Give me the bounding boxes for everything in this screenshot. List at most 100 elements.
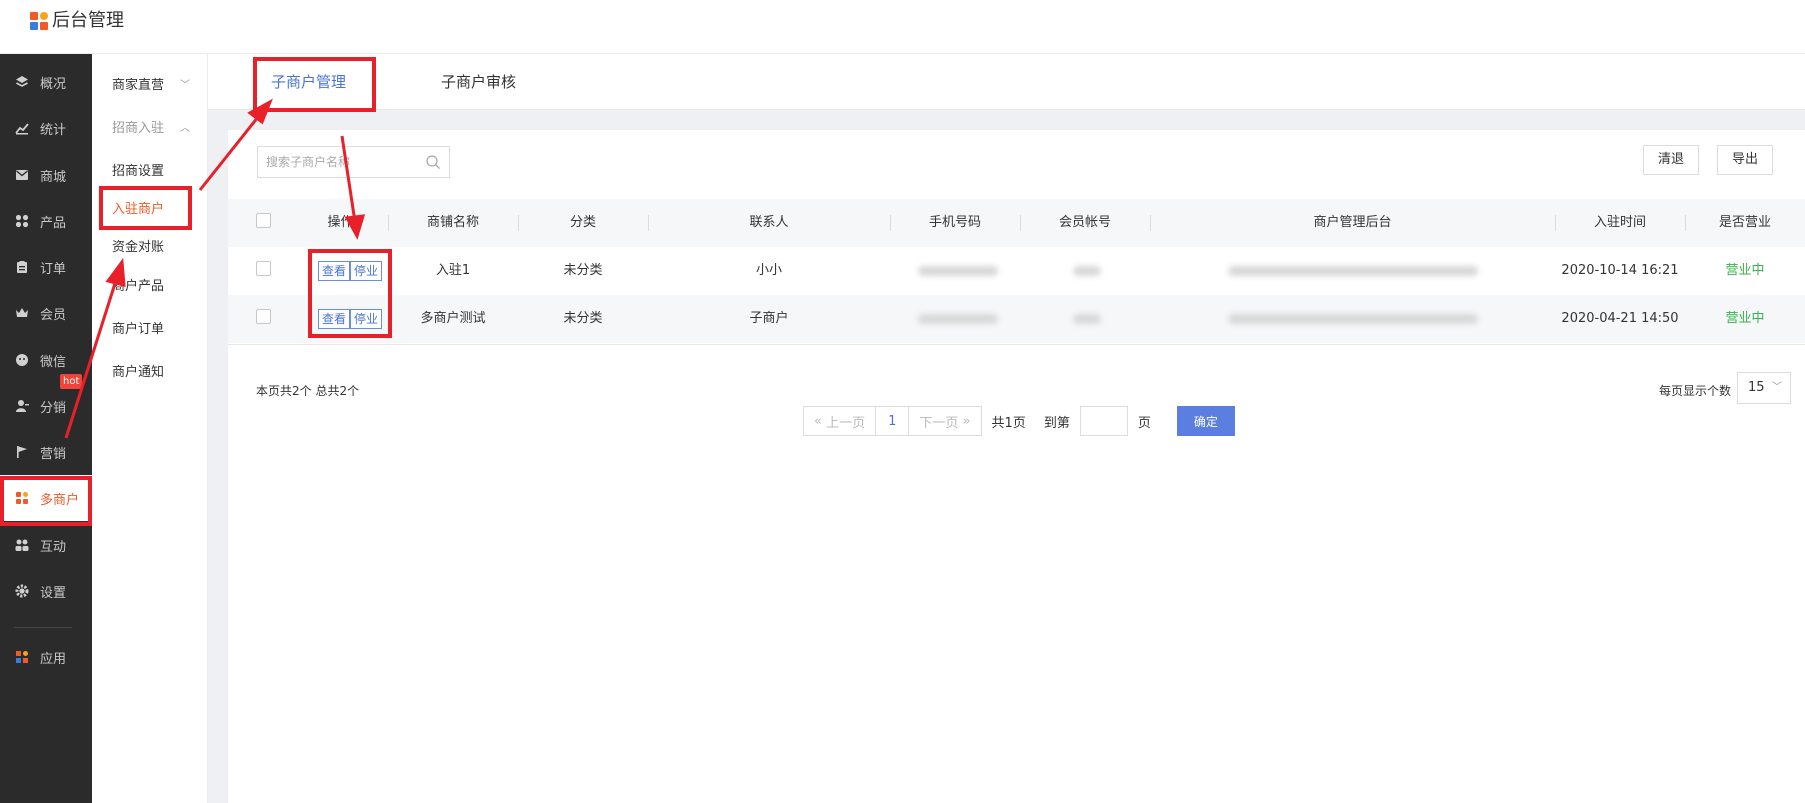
submenu-label: 商户产品 <box>112 278 165 294</box>
submenu-label: 商户订单 <box>112 321 165 337</box>
search-box <box>257 146 450 178</box>
mail-icon <box>14 167 30 183</box>
submenu-item-recruit-settings[interactable]: 招商设置 <box>92 150 208 188</box>
suspend-button[interactable]: 停业 <box>350 309 383 329</box>
sidebar-item-label: 分销 <box>40 400 67 416</box>
submenu-item-reconciliation[interactable]: 资金对账 <box>92 226 208 264</box>
per-page-select[interactable]: 15 ﹀ <box>1737 372 1791 404</box>
search-input[interactable] <box>266 155 426 169</box>
sidebar-item-multi-merchant[interactable]: 多商户 <box>0 475 92 521</box>
header-actions: 操作 <box>327 215 354 230</box>
top-bar: 后台管理 <box>0 0 1805 54</box>
table-row: 查看 停业 多商户测试 未分类 子商户 2020-04-21 14:50 营业中 <box>228 295 1805 343</box>
submenu-label: 招商入驻 <box>112 120 165 136</box>
sidebar-item-label: 互动 <box>40 539 67 555</box>
sidebar-item-products[interactable]: 产品 <box>0 198 92 244</box>
sidebar-item-label: 会员 <box>40 307 67 323</box>
pagination: « 上一页 1 下一页 » 共1页 到第 页 确定 <box>803 406 1235 436</box>
sidebar-item-members[interactable]: 会员 <box>0 290 92 336</box>
submenu-group-direct[interactable]: 商家直营 ﹀ <box>92 64 208 102</box>
submenu-item-merchant-products[interactable]: 商户产品 <box>92 265 208 303</box>
content-panel: 清退 导出 操作 商铺名称 分类 联系人 手机号码 会员帐号 商户管理后台 入驻… <box>228 130 1805 803</box>
cell-category: 未分类 <box>563 311 603 326</box>
per-page-value: 15 <box>1748 380 1765 395</box>
sidebar-item-label: 应用 <box>40 651 67 667</box>
sidebar-divider <box>14 627 72 628</box>
sidebar-item-stats[interactable]: 统计 <box>0 105 92 151</box>
view-button[interactable]: 查看 <box>318 309 351 329</box>
tab-sub-merchant-management[interactable]: 子商户管理 <box>271 54 347 110</box>
submenu-item-merchant-notices[interactable]: 商户通知 <box>92 351 208 389</box>
submenu-group-recruit[interactable]: 招商入驻 ︿ <box>92 107 208 145</box>
flag-icon <box>14 444 30 460</box>
clear-button[interactable]: 清退 <box>1643 145 1700 175</box>
prev-page-button[interactable]: « 上一页 <box>803 406 877 436</box>
sidebar-item-overview[interactable]: 概况 <box>0 59 92 105</box>
status-badge: 营业中 <box>1725 311 1765 326</box>
main-sidebar: 概况 统计 商城 产品 订单 会员 微信 分销 营销 多商户 互动 设置 应用 <box>0 54 92 803</box>
sidebar-item-interaction[interactable]: 互动 <box>0 522 92 568</box>
logo-icon <box>30 12 48 30</box>
submenu-item-settled-merchants[interactable]: 入驻商户 <box>92 188 208 226</box>
per-page-label: 每页显示个数 <box>1659 384 1732 398</box>
header-contact: 联系人 <box>749 215 789 230</box>
chart-icon <box>14 120 30 136</box>
suspend-button[interactable]: 停业 <box>350 261 383 281</box>
search-icon[interactable] <box>425 154 441 170</box>
total-pages: 共1页 <box>991 415 1026 431</box>
hot-badge: hot <box>60 374 83 389</box>
cell-contact: 子商户 <box>749 311 789 326</box>
double-chevron-right-icon: » <box>962 413 971 429</box>
main-content: 子商户管理 子商户审核 清退 导出 操作 商铺名称 分类 联系人 手机号码 会员… <box>208 54 1805 803</box>
blurred-admin-url <box>1228 314 1478 324</box>
header-open-status: 是否营业 <box>1718 215 1771 230</box>
cell-contact: 小小 <box>755 263 782 278</box>
grid-icon <box>14 213 30 229</box>
sidebar-item-label: 多商户 <box>40 492 80 508</box>
sidebar-item-label: 订单 <box>40 261 67 277</box>
layers-icon <box>14 74 30 90</box>
tab-bar: 子商户管理 子商户审核 <box>208 54 1805 110</box>
sidebar-item-label: 营销 <box>40 446 67 462</box>
row-checkbox[interactable] <box>256 309 271 324</box>
row-checkbox[interactable] <box>256 261 271 276</box>
select-all-checkbox[interactable] <box>256 213 271 228</box>
header-phone: 手机号码 <box>928 215 981 230</box>
sidebar-item-mall[interactable]: 商城 <box>0 152 92 198</box>
table-header: 操作 商铺名称 分类 联系人 手机号码 会员帐号 商户管理后台 入驻时间 是否营… <box>228 199 1805 247</box>
sidebar-item-settings[interactable]: 设置 <box>0 568 92 614</box>
sidebar-item-label: 商城 <box>40 169 67 185</box>
gear-icon <box>14 583 30 599</box>
prev-label: 上一页 <box>826 415 866 431</box>
export-button[interactable]: 导出 <box>1717 145 1774 175</box>
sidebar-item-marketing[interactable]: 营销 <box>0 429 92 475</box>
page-count-text: 本页共2个 总共2个 <box>256 384 360 398</box>
tab-sub-merchant-review[interactable]: 子商户审核 <box>441 54 516 110</box>
submenu-label: 商家直营 <box>112 77 165 93</box>
sidebar-item-distribution[interactable]: 分销 <box>0 383 92 429</box>
chevron-down-icon: ﹀ <box>1772 382 1782 393</box>
next-page-button[interactable]: 下一页 » <box>908 406 982 436</box>
header-member-account: 会员帐号 <box>1058 215 1111 230</box>
table-row: 查看 停业 入驻1 未分类 小小 2020-10-14 16:21 营业中 <box>228 247 1805 295</box>
sidebar-item-orders[interactable]: 订单 <box>0 244 92 290</box>
header-store-name: 商铺名称 <box>426 215 479 230</box>
double-chevron-left-icon: « <box>814 413 822 429</box>
sidebar-item-label: 设置 <box>40 585 67 601</box>
sidebar-item-apps[interactable]: 应用 <box>0 634 92 680</box>
view-button[interactable]: 查看 <box>318 261 351 281</box>
blurred-account <box>1073 266 1101 276</box>
confirm-button[interactable]: 确定 <box>1176 406 1235 436</box>
submenu-label: 资金对账 <box>112 239 165 255</box>
user-share-icon <box>14 398 30 414</box>
submenu-item-merchant-orders[interactable]: 商户订单 <box>92 308 208 346</box>
app-logo: 后台管理 <box>30 10 124 32</box>
header-category: 分类 <box>569 215 596 230</box>
cell-settle-time: 2020-10-14 16:21 <box>1561 263 1679 278</box>
goto-page-input[interactable] <box>1079 406 1128 436</box>
page-number[interactable]: 1 <box>876 406 909 436</box>
cell-store-name: 入驻1 <box>435 263 471 278</box>
sidebar-item-label: 产品 <box>40 215 67 231</box>
apps-icon <box>14 649 30 665</box>
cell-settle-time: 2020-04-21 14:50 <box>1561 311 1679 326</box>
